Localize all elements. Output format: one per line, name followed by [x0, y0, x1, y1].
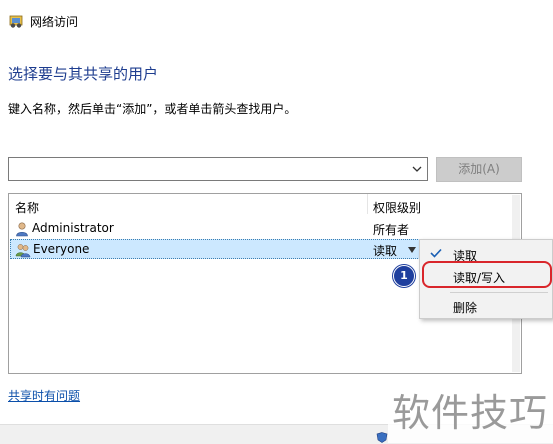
watermark-text: 软件技巧	[392, 391, 549, 435]
network-share-icon	[9, 15, 23, 28]
page-heading: 选择要与其共享的用户	[8, 65, 159, 83]
menu-separator	[450, 292, 548, 293]
row-permission-dropdown[interactable]: 读取	[373, 242, 397, 259]
highlight-ring	[422, 261, 552, 288]
user-name-combobox[interactable]	[8, 157, 428, 181]
sharing-help-link[interactable]: 共享时有问题	[8, 387, 80, 404]
menu-item-label: 删除	[453, 301, 478, 315]
column-header-permission[interactable]: 权限级别	[373, 199, 421, 216]
add-button[interactable]: 添加(A)	[436, 157, 522, 182]
column-divider	[367, 194, 368, 214]
column-header-name[interactable]: 名称	[15, 199, 39, 216]
user-icon	[16, 222, 28, 237]
chevron-down-icon[interactable]	[410, 162, 424, 176]
table-row[interactable]: Administrator 所有者	[10, 219, 520, 239]
menu-item-remove[interactable]: 删除	[420, 294, 552, 318]
window-title-bar: 网络访问	[0, 0, 553, 42]
row-user-name: Everyone	[33, 242, 90, 256]
shield-icon	[376, 432, 388, 443]
group-users-icon	[15, 244, 31, 258]
row-user-name: Administrator	[32, 221, 114, 235]
step-number-badge: 1	[393, 265, 415, 287]
instruction-text: 键入名称，然后单击“添加”，或者单击箭头查找用户。	[8, 102, 297, 116]
checkmark-icon	[430, 248, 442, 258]
row-permission-level: 所有者	[373, 223, 410, 237]
window-title: 网络访问	[30, 15, 79, 29]
dropdown-arrow-icon[interactable]	[407, 246, 417, 254]
